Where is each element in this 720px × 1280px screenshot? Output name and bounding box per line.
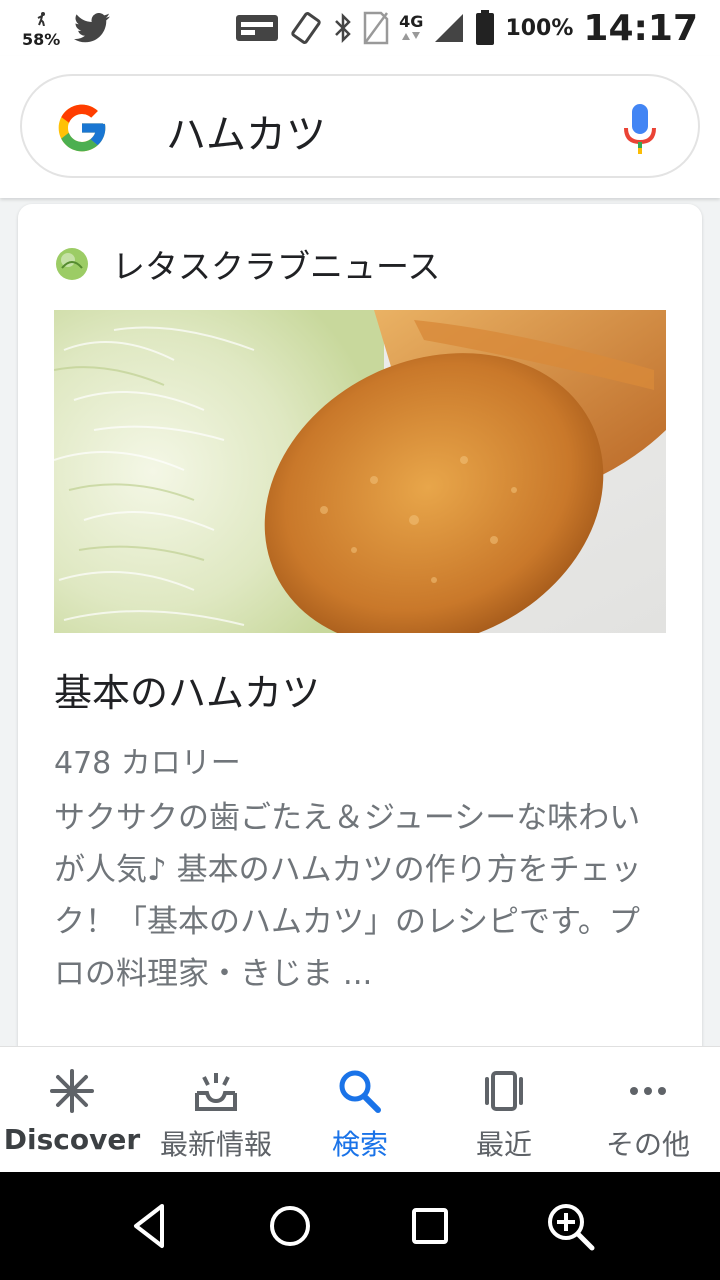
tab-search[interactable]: 検索: [288, 1047, 432, 1172]
recipe-title[interactable]: 基本のハムカツ: [54, 662, 320, 717]
status-bar: 58% 4G 100% 14:17: [0, 0, 720, 56]
mic-icon[interactable]: [622, 102, 658, 158]
no-sim-icon: [363, 11, 389, 45]
more-icon: [630, 1087, 666, 1095]
tab-discover[interactable]: Discover: [0, 1047, 144, 1172]
tab-more[interactable]: その他: [576, 1047, 720, 1172]
tab-recent[interactable]: 最近: [432, 1047, 576, 1172]
search-query[interactable]: ハムカツ: [166, 102, 326, 160]
asterisk-icon: [50, 1069, 94, 1113]
recipe-description: サクサクの歯ごたえ＆ジューシーな味わいが人気♪ 基本のハムカツの作り方をチェック…: [54, 800, 642, 992]
tab-label-updates: 最新情報: [159, 1128, 272, 1161]
system-nav-bar: [0, 1172, 720, 1280]
battery-icon: [476, 10, 495, 45]
search-bar[interactable]: ハムカツ: [20, 74, 700, 178]
google-g-icon: [58, 104, 106, 152]
home-icon[interactable]: [262, 1198, 318, 1254]
recipe-image[interactable]: [54, 310, 666, 633]
clock: 14:17: [583, 7, 698, 49]
twitter-icon: [74, 13, 111, 43]
signal-icon: [435, 14, 464, 42]
tab-updates[interactable]: 最新情報: [144, 1047, 288, 1172]
network-type: 4G: [399, 12, 424, 31]
recipe-calories: 478 カロリー: [54, 746, 241, 781]
source-name: レタスクラブニュース: [112, 247, 441, 286]
search-icon: [339, 1070, 381, 1113]
search-header: ハムカツ: [0, 56, 720, 198]
bottom-tab-bar: Discover 最新情報 検索 最近 その他: [0, 1046, 720, 1172]
recent-cards-icon: [485, 1071, 523, 1111]
vibrate-icon: [291, 12, 321, 44]
runner-icon: [37, 11, 46, 26]
overview-icon[interactable]: [402, 1198, 458, 1254]
data-arrows-icon: [402, 32, 421, 40]
left-indicator-text: 58%: [22, 29, 61, 49]
recipe-card[interactable]: レタスクラブニュース 基本のハムカツ 478 カロリー サクサクの歯ごたえ＆ジュ…: [18, 204, 702, 1064]
ham-cutlet-illustration: [54, 310, 666, 633]
tab-label-discover: Discover: [3, 1123, 141, 1156]
battery-percent: 100%: [505, 15, 574, 41]
zoom-in-icon[interactable]: [542, 1198, 598, 1254]
voicemail-icon: [236, 15, 279, 41]
lettuce-icon: [56, 248, 88, 280]
bluetooth-icon: [335, 12, 351, 44]
runner-indicator: 58%: [22, 11, 60, 49]
tab-label-more: その他: [605, 1128, 690, 1161]
network-indicator: 4G: [399, 14, 423, 42]
inbox-updates-icon: [195, 1073, 237, 1111]
tab-label-recent: 最近: [475, 1128, 532, 1161]
tab-label-search: 検索: [331, 1128, 388, 1161]
source-row: レタスクラブニュース: [54, 240, 440, 288]
back-icon[interactable]: [122, 1198, 178, 1254]
